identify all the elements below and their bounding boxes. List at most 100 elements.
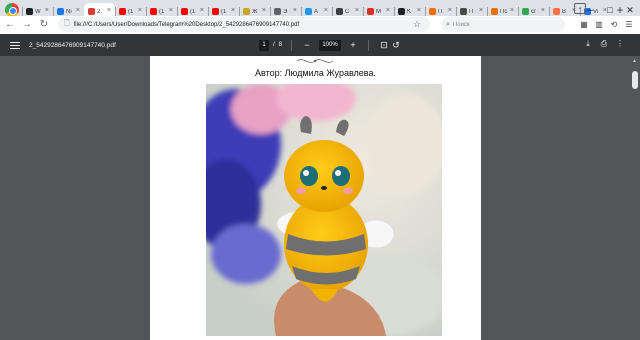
- tab-close-icon[interactable]: ×: [355, 7, 359, 14]
- zoom-out-button[interactable]: −: [301, 40, 313, 50]
- pdf-filename: 2_5429286476909147740.pdf: [29, 41, 116, 49]
- more-options-icon[interactable]: ⋮: [612, 39, 628, 49]
- file-icon: 🗋: [64, 20, 70, 27]
- tab-close-icon[interactable]: ×: [386, 7, 390, 14]
- tab-close-icon[interactable]: ×: [200, 7, 204, 14]
- back-button[interactable]: ←: [3, 18, 17, 32]
- tab-close-icon[interactable]: ×: [479, 7, 483, 14]
- search-icon: ⌕: [446, 20, 450, 28]
- tab-close-icon[interactable]: ×: [45, 7, 49, 14]
- pdf-page-controls: 1 / 8 − 100% + ⊡ ↺: [259, 39, 402, 51]
- tab-label: Ж: [252, 8, 258, 15]
- tab-close-icon[interactable]: ×: [231, 7, 235, 14]
- divider: [291, 39, 293, 51]
- search-input[interactable]: [452, 21, 553, 28]
- close-window-button[interactable]: ✕: [620, 5, 640, 16]
- tab-favicon-icon: [243, 8, 250, 15]
- tab-label: cr: [531, 8, 536, 15]
- decorative-flourish: [296, 59, 334, 63]
- browser-logo-icon: [5, 3, 19, 17]
- tab-favicon-icon: [119, 8, 126, 15]
- maximize-button[interactable]: □: [600, 5, 620, 15]
- bee-toy-photo: [206, 84, 442, 336]
- address-bar[interactable]: 🗋 file:///C:/Users/User/Downloads/Telegr…: [58, 17, 430, 32]
- history-icon[interactable]: ⟲: [607, 18, 621, 31]
- page-total: 8: [278, 42, 283, 48]
- pdf-actions: ⤓ ⎙ ⋮: [580, 39, 628, 49]
- tab-close-icon[interactable]: ×: [510, 7, 514, 14]
- tab-label: (1: [221, 8, 227, 15]
- minimize-button[interactable]: ─: [580, 5, 600, 15]
- tab-label: C: [345, 8, 350, 15]
- tab-label: 2.: [97, 8, 103, 15]
- tab-label: П: [438, 8, 443, 15]
- tab-favicon-icon: [522, 8, 529, 15]
- tab-close-icon[interactable]: ×: [324, 7, 328, 14]
- tab-close-icon[interactable]: ×: [169, 7, 173, 14]
- tab-label: В: [562, 8, 567, 15]
- pdf-page: Автор: Людмила Журавлева.: [150, 56, 481, 340]
- tab-favicon-icon: [181, 8, 188, 15]
- tab-favicon-icon: [429, 8, 436, 15]
- tab-favicon-icon: [57, 8, 64, 15]
- forward-button[interactable]: →: [20, 18, 34, 32]
- apps-grid-icon[interactable]: ▦: [577, 18, 591, 31]
- tab-favicon-icon: [274, 8, 281, 15]
- tab-favicon-icon: [398, 8, 405, 15]
- tab-favicon-icon: [553, 8, 560, 15]
- tab-favicon-icon: [367, 8, 374, 15]
- tab-label: M: [376, 8, 381, 15]
- tab-close-icon[interactable]: ×: [293, 7, 297, 14]
- pdf-viewport[interactable]: Автор: Людмила Журавлева.: [0, 56, 640, 340]
- zoom-in-button[interactable]: +: [347, 40, 359, 50]
- tab-favicon-icon: [26, 8, 33, 15]
- tab-favicon-icon: [336, 8, 343, 15]
- tab-label: (1: [159, 8, 165, 15]
- divider: [368, 39, 370, 51]
- tab-close-icon[interactable]: ×: [138, 7, 142, 14]
- scrollbar-thumb[interactable]: [632, 71, 638, 89]
- author-caption: Автор: Людмила Журавлева.: [255, 68, 376, 78]
- tab-close-icon[interactable]: ×: [417, 7, 421, 14]
- search-box[interactable]: ⌕: [441, 17, 565, 32]
- scroll-up-icon[interactable]: ▲: [632, 58, 637, 64]
- bookmark-star-icon[interactable]: ☆: [413, 19, 421, 30]
- tab-label: (1: [128, 8, 134, 15]
- tab-favicon-icon: [88, 8, 95, 15]
- tab-favicon-icon: [460, 8, 467, 15]
- tab-close-icon[interactable]: ×: [448, 7, 452, 14]
- tab-label: Ni: [66, 8, 72, 15]
- print-icon[interactable]: ⎙: [596, 39, 612, 49]
- tab-label: Пс: [500, 8, 508, 15]
- reload-button[interactable]: ↻: [37, 18, 51, 32]
- tab-label: A: [314, 8, 319, 15]
- rotate-icon[interactable]: ↺: [390, 40, 402, 51]
- menu-icon[interactable]: ☰: [622, 18, 636, 31]
- tab-close-icon[interactable]: ×: [541, 7, 545, 14]
- address-bar-url: file:///C:/Users/User/Downloads/Telegram…: [73, 21, 300, 28]
- tab-favicon-icon: [491, 8, 498, 15]
- tab-label: W: [35, 8, 41, 15]
- tab-label: (1: [190, 8, 196, 15]
- zoom-level-input[interactable]: 100%: [319, 39, 342, 51]
- bookmarks-icon[interactable]: ▥: [592, 18, 606, 31]
- pdf-menu-icon[interactable]: [10, 40, 20, 51]
- tab-favicon-icon: [305, 8, 312, 15]
- pdf-toolbar: 2_5429286476909147740.pdf 1 / 8 − 100% +…: [0, 34, 640, 56]
- tab-favicon-icon: [212, 8, 219, 15]
- tab-label: П: [469, 8, 474, 15]
- page-number-input[interactable]: 1: [259, 39, 269, 51]
- fit-page-icon[interactable]: ⊡: [378, 40, 390, 51]
- toolbar-actions: ▦ ▥ ⟲ ☰: [576, 18, 636, 31]
- download-icon[interactable]: ⤓: [580, 39, 596, 49]
- tab-favicon-icon: [150, 8, 157, 15]
- tab-close-icon[interactable]: ×: [107, 7, 111, 14]
- tab-close-icon[interactable]: ×: [262, 7, 266, 14]
- tab-label: K: [407, 8, 412, 15]
- tab-close-icon[interactable]: ×: [76, 7, 80, 14]
- browser-toolbar: ← → ↻ ⌂ 🗋 file:///C:/Users/User/Download…: [0, 16, 640, 34]
- tab-label: Э: [283, 8, 288, 15]
- scrollbar[interactable]: ▲: [630, 56, 640, 340]
- page-separator: /: [273, 42, 275, 48]
- browser-window: W × Ni × 2. × (1 × (1 × (1 × (1 × Ж × Э × A × C × M × K × П × П × Пс × c…: [0, 0, 640, 340]
